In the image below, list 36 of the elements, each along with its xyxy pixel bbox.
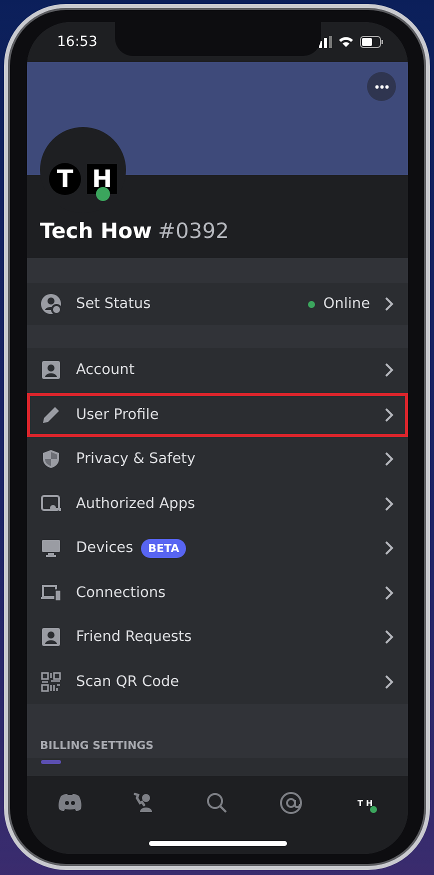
status-dot [308,300,316,308]
wifi-icon [338,36,354,48]
shield-icon [40,448,62,470]
chevron-icon [384,586,394,600]
chevron-icon [384,297,394,311]
profile-tab[interactable]: T H [345,788,386,818]
battery-icon [360,36,384,48]
person-status-icon [40,293,62,315]
chevron-icon [384,630,394,644]
item-label: Connections [76,584,166,601]
item-label: Authorized Apps [76,496,196,512]
chevron-icon [384,452,394,466]
item-label: Set Status [76,296,151,312]
chevron-icon [384,541,394,556]
chevron-icon [384,408,394,422]
item-label: Privacy & Safety [76,451,196,468]
username: Tech How #0392 [40,219,229,243]
item-label: Account [76,362,135,378]
settings-item[interactable]: User Profile [27,392,408,437]
item-label: Friend Requests [76,629,192,646]
qr-icon [40,670,62,693]
item-label: User Profile [76,406,159,423]
item-label: Devices [76,540,134,556]
chevron-icon [384,496,394,511]
chevron-icon [384,363,394,378]
beta-badge: BETA [141,538,186,558]
person-icon [40,359,62,382]
item-label: Scan QR Code [76,674,180,690]
ellipsis-icon [374,84,388,88]
status-time: 16:53 [57,34,98,50]
person-icon [40,626,62,648]
section-header: BILLING SETTINGS [40,739,154,752]
more-button[interactable] [367,72,396,101]
monitor-icon [40,537,62,560]
status-value: Online [323,296,370,312]
chevron-icon [384,674,394,689]
